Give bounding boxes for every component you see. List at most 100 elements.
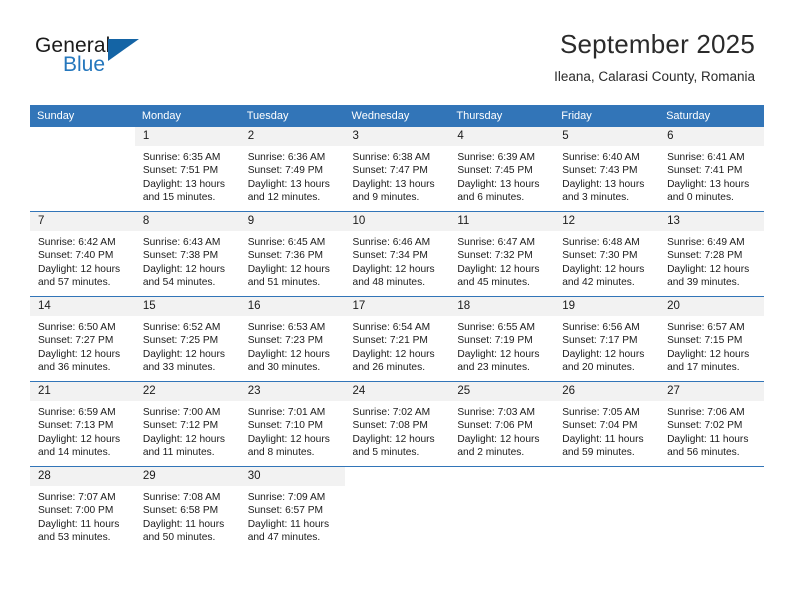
day-sunrise-text: Sunrise: 7:03 AM <box>457 407 535 418</box>
day-cell-inner: 17 Sunrise: 6:54 AM Sunset: 7:21 PM Dayligh… <box>344 297 450 381</box>
day-details: Sunrise: 6:46 AM Sunset: 7:34 PM Daylight:… <box>345 231 450 290</box>
day-cell-inner <box>449 467 554 551</box>
calendar-day-cell[interactable]: 13 Sunrise: 6:49 AM Sunset: 7:28 PM Dayligh… <box>659 211 764 297</box>
day-cell-inner: 15 Sunrise: 6:52 AM Sunset: 7:25 PM Dayligh… <box>134 297 240 381</box>
calendar-day-cell[interactable]: 15 Sunrise: 6:52 AM Sunset: 7:25 PM Dayligh… <box>134 296 240 382</box>
calendar-day-cell[interactable]: 24 Sunrise: 7:02 AM Sunset: 7:08 PM Dayligh… <box>344 381 450 467</box>
day-number: 7 <box>30 212 135 231</box>
calendar-day-cell[interactable]: 23 Sunrise: 7:01 AM Sunset: 7:10 PM Dayligh… <box>239 381 345 467</box>
calendar-day-cell[interactable]: 27 Sunrise: 7:06 AM Sunset: 7:02 PM Dayligh… <box>659 381 764 467</box>
day-sunrise-text: Sunrise: 7:09 AM <box>247 492 326 503</box>
day-sunrise-text: Sunrise: 6:48 AM <box>562 237 640 248</box>
day-number: 28 <box>30 467 135 486</box>
calendar-day-cell[interactable]: 17 Sunrise: 6:54 AM Sunset: 7:21 PM Dayligh… <box>344 296 450 382</box>
day-details: Sunrise: 6:59 AM Sunset: 7:13 PM Daylight:… <box>30 401 135 460</box>
day-sunrise-text: Sunrise: 6:56 AM <box>562 322 640 333</box>
day-details: Sunrise: 6:43 AM Sunset: 7:38 PM Daylight:… <box>135 231 240 290</box>
day-sunrise-text: Sunrise: 6:38 AM <box>352 152 431 163</box>
day-number: 8 <box>134 212 240 231</box>
day-sunrise-text: Sunrise: 6:57 AM <box>667 322 745 333</box>
day-daylight2-text: and 54 minutes. <box>142 277 216 289</box>
weekday-header-saturday: Saturday <box>659 105 764 127</box>
calendar-day-cell[interactable]: 4 Sunrise: 6:39 AM Sunset: 7:45 PM Daylight… <box>449 127 555 212</box>
day-details: Sunrise: 6:57 AM Sunset: 7:15 PM Daylight:… <box>659 316 764 375</box>
calendar-day-cell[interactable]: 1 Sunrise: 6:35 AM Sunset: 7:51 PM Daylight… <box>134 127 240 212</box>
day-sunset-text: Sunset: 7:51 PM <box>142 165 219 177</box>
calendar-day-cell[interactable]: 22 Sunrise: 7:00 AM Sunset: 7:12 PM Dayligh… <box>134 381 240 467</box>
day-daylight2-text: and 2 minutes. <box>457 447 525 459</box>
day-daylight1-text: Daylight: 13 hours <box>667 178 750 190</box>
calendar-day-cell[interactable]: 26 Sunrise: 7:05 AM Sunset: 7:04 PM Dayligh… <box>554 381 660 467</box>
day-cell-inner <box>345 467 450 551</box>
calendar-day-cell[interactable]: 10 Sunrise: 6:46 AM Sunset: 7:34 PM Dayligh… <box>344 211 450 297</box>
weekday-header-friday: Friday <box>554 105 660 127</box>
general-blue-logo: General Blue <box>35 34 215 90</box>
calendar-day-cell[interactable]: 12 Sunrise: 6:48 AM Sunset: 7:30 PM Dayligh… <box>554 211 660 297</box>
day-daylight2-text: and 9 minutes. <box>352 192 420 204</box>
calendar-day-cell[interactable]: 6 Sunrise: 6:41 AM Sunset: 7:41 PM Daylight… <box>659 127 764 212</box>
day-sunrise-text: Sunrise: 6:53 AM <box>247 322 326 333</box>
day-details: Sunrise: 6:52 AM Sunset: 7:25 PM Daylight:… <box>135 316 240 375</box>
calendar-day-cell[interactable]: 20 Sunrise: 6:57 AM Sunset: 7:15 PM Dayligh… <box>659 296 764 382</box>
day-sunset-text: Sunset: 7:27 PM <box>38 335 114 347</box>
day-daylight1-text: Daylight: 12 hours <box>457 348 540 360</box>
day-cell-inner <box>659 467 764 551</box>
calendar-day-cell-empty <box>344 466 450 551</box>
day-cell-inner: 13 Sunrise: 6:49 AM Sunset: 7:28 PM Dayligh… <box>659 212 764 296</box>
calendar-day-cell[interactable]: 28 Sunrise: 7:07 AM Sunset: 7:00 PM Dayligh… <box>30 466 135 551</box>
day-details: Sunrise: 6:48 AM Sunset: 7:30 PM Daylight:… <box>554 231 659 290</box>
day-sunset-text: Sunset: 7:47 PM <box>352 165 428 177</box>
weekday-header-monday: Monday <box>134 105 240 127</box>
calendar-day-cell[interactable]: 2 Sunrise: 6:36 AM Sunset: 7:49 PM Daylight… <box>239 127 345 212</box>
day-cell-inner: 1 Sunrise: 6:35 AM Sunset: 7:51 PM Daylight… <box>134 127 240 211</box>
day-number: 14 <box>30 297 135 316</box>
calendar-day-cell[interactable]: 9 Sunrise: 6:45 AM Sunset: 7:36 PM Daylight… <box>239 211 345 297</box>
day-details: Sunrise: 6:55 AM Sunset: 7:19 PM Daylight:… <box>449 316 554 375</box>
calendar-day-cell[interactable]: 11 Sunrise: 6:47 AM Sunset: 7:32 PM Dayligh… <box>449 211 555 297</box>
day-details <box>30 146 135 151</box>
day-daylight2-text: and 33 minutes. <box>142 362 216 374</box>
day-sunrise-text: Sunrise: 6:36 AM <box>247 152 326 163</box>
day-daylight1-text: Daylight: 13 hours <box>562 178 645 190</box>
calendar-day-cell[interactable]: 8 Sunrise: 6:43 AM Sunset: 7:38 PM Daylight… <box>134 211 240 297</box>
day-sunset-text: Sunset: 7:21 PM <box>352 335 428 347</box>
day-daylight1-text: Daylight: 12 hours <box>247 263 330 275</box>
day-cell-inner: 20 Sunrise: 6:57 AM Sunset: 7:15 PM Dayligh… <box>659 297 764 381</box>
day-daylight2-text: and 12 minutes. <box>247 192 321 204</box>
day-number: 20 <box>659 297 764 316</box>
calendar-day-cell[interactable]: 5 Sunrise: 6:40 AM Sunset: 7:43 PM Daylight… <box>554 127 660 212</box>
calendar-day-cell[interactable]: 30 Sunrise: 7:09 AM Sunset: 6:57 PM Dayligh… <box>239 466 345 551</box>
day-details: Sunrise: 7:08 AM Sunset: 6:58 PM Daylight:… <box>135 486 240 545</box>
weekday-header-wednesday: Wednesday <box>344 105 450 127</box>
calendar-day-cell[interactable]: 19 Sunrise: 6:56 AM Sunset: 7:17 PM Dayligh… <box>554 296 660 382</box>
day-details: Sunrise: 6:39 AM Sunset: 7:45 PM Daylight:… <box>449 146 554 205</box>
calendar-day-cell[interactable]: 3 Sunrise: 6:38 AM Sunset: 7:47 PM Daylight… <box>344 127 450 212</box>
day-sunrise-text: Sunrise: 6:50 AM <box>38 322 116 333</box>
day-sunset-text: Sunset: 7:43 PM <box>562 165 638 177</box>
day-details: Sunrise: 6:47 AM Sunset: 7:32 PM Daylight:… <box>449 231 554 290</box>
calendar-day-cell[interactable]: 21 Sunrise: 6:59 AM Sunset: 7:13 PM Dayligh… <box>30 381 135 467</box>
day-sunset-text: Sunset: 7:23 PM <box>247 335 324 347</box>
day-sunset-text: Sunset: 7:12 PM <box>142 420 219 432</box>
day-sunset-text: Sunset: 7:40 PM <box>38 250 114 262</box>
weekday-header-tuesday: Tuesday <box>239 105 345 127</box>
day-cell-inner: 26 Sunrise: 7:05 AM Sunset: 7:04 PM Dayligh… <box>554 382 660 466</box>
day-daylight2-text: and 6 minutes. <box>457 192 525 204</box>
weekday-header-thursday: Thursday <box>449 105 555 127</box>
calendar-day-cell[interactable]: 7 Sunrise: 6:42 AM Sunset: 7:40 PM Daylight… <box>30 211 135 297</box>
calendar-day-cell[interactable]: 14 Sunrise: 6:50 AM Sunset: 7:27 PM Dayligh… <box>30 296 135 382</box>
day-daylight2-text: and 59 minutes. <box>562 447 635 459</box>
day-cell-inner: 23 Sunrise: 7:01 AM Sunset: 7:10 PM Dayligh… <box>239 382 345 466</box>
day-cell-inner: 16 Sunrise: 6:53 AM Sunset: 7:23 PM Dayligh… <box>239 297 345 381</box>
calendar-day-cell-empty <box>554 466 660 551</box>
page-title: September 2025 <box>559 29 755 59</box>
day-daylight1-text: Daylight: 11 hours <box>142 518 225 530</box>
day-daylight1-text: Daylight: 11 hours <box>562 433 644 445</box>
calendar-day-cell[interactable]: 18 Sunrise: 6:55 AM Sunset: 7:19 PM Dayligh… <box>449 296 555 382</box>
day-daylight2-text: and 45 minutes. <box>457 277 530 289</box>
calendar-day-cell[interactable]: 25 Sunrise: 7:03 AM Sunset: 7:06 PM Dayligh… <box>449 381 555 467</box>
day-sunset-text: Sunset: 7:15 PM <box>667 335 743 347</box>
calendar-day-cell[interactable]: 29 Sunrise: 7:08 AM Sunset: 6:58 PM Dayligh… <box>134 466 240 551</box>
day-daylight1-text: Daylight: 12 hours <box>38 348 121 360</box>
calendar-day-cell[interactable]: 16 Sunrise: 6:53 AM Sunset: 7:23 PM Dayligh… <box>239 296 345 382</box>
